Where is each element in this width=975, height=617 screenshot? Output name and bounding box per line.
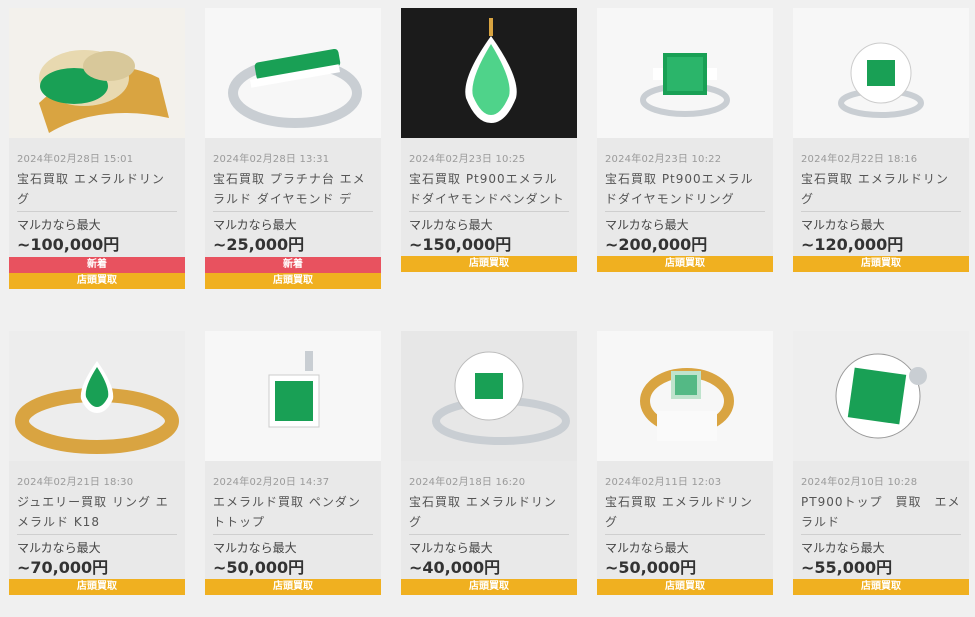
in-store-buyback-badge: 店頭買取: [793, 256, 969, 272]
max-price: ~50,000円: [213, 558, 305, 577]
product-photo[interactable]: [9, 331, 185, 461]
item-title[interactable]: 宝石買取 プラチナ台 エメラルド ダイヤモンド デ: [213, 169, 373, 209]
max-price: ~120,000円: [801, 235, 904, 254]
price-prefix: マルカなら最大: [17, 218, 101, 232]
purchase-date: 2024年02月28日 13:31: [213, 154, 330, 165]
divider: [409, 211, 569, 212]
price-prefix: マルカなら最大: [605, 218, 689, 232]
max-price: ~55,000円: [801, 558, 893, 577]
product-photo[interactable]: [793, 331, 969, 461]
divider: [409, 534, 569, 535]
price-prefix: マルカなら最大: [409, 218, 493, 232]
buyback-item-card[interactable]: 2024年02月28日 13:31 宝石買取 プラチナ台 エメラルド ダイヤモン…: [205, 8, 381, 289]
purchase-date: 2024年02月28日 15:01: [17, 154, 134, 165]
max-price: ~70,000円: [17, 558, 109, 577]
divider: [605, 534, 765, 535]
purchase-date: 2024年02月23日 10:22: [605, 154, 722, 165]
purchase-date: 2024年02月21日 18:30: [17, 477, 134, 488]
buyback-item-card[interactable]: 2024年02月18日 16:20 宝石買取 エメラルドリング マルカなら最大 …: [401, 331, 577, 595]
card-body: 2024年02月18日 16:20 宝石買取 エメラルドリング マルカなら最大 …: [401, 461, 577, 579]
purchase-date: 2024年02月22日 18:16: [801, 154, 918, 165]
item-title[interactable]: 宝石買取 エメラルドリング: [801, 169, 961, 209]
product-photo[interactable]: [401, 331, 577, 461]
buyback-results-grid: 2024年02月28日 15:01 宝石買取 エメラルドリング マルカなら最大 …: [9, 8, 975, 617]
price-prefix: マルカなら最大: [801, 541, 885, 555]
product-photo[interactable]: [597, 331, 773, 461]
price-prefix: マルカなら最大: [213, 218, 297, 232]
purchase-date: 2024年02月11日 12:03: [605, 477, 722, 488]
purchase-date: 2024年02月20日 14:37: [213, 477, 330, 488]
divider: [17, 211, 177, 212]
buyback-item-card[interactable]: 2024年02月20日 14:37 エメラルド買取 ペンダントトップ マルカなら…: [205, 331, 381, 595]
buyback-item-card[interactable]: 2024年02月23日 10:25 宝石買取 Pt900エメラルドダイヤモンドペ…: [401, 8, 577, 272]
divider: [17, 534, 177, 535]
card-body: 2024年02月21日 18:30 ジュエリー買取 リング エメラルド K18 …: [9, 461, 185, 579]
product-photo[interactable]: [597, 8, 773, 138]
buyback-item-card[interactable]: 2024年02月11日 12:03 宝石買取 エメラルドリング マルカなら最大 …: [597, 331, 773, 595]
product-photo[interactable]: [401, 8, 577, 138]
buyback-item-card[interactable]: 2024年02月28日 15:01 宝石買取 エメラルドリング マルカなら最大 …: [9, 8, 185, 289]
product-photo[interactable]: [205, 8, 381, 138]
price-prefix: マルカなら最大: [213, 541, 297, 555]
item-title[interactable]: 宝石買取 エメラルドリング: [17, 169, 177, 209]
in-store-buyback-badge: 店頭買取: [205, 273, 381, 289]
new-badge: 新着: [205, 257, 381, 273]
card-body: 2024年02月22日 18:16 宝石買取 エメラルドリング マルカなら最大 …: [793, 138, 969, 256]
product-photo[interactable]: [793, 8, 969, 138]
card-body: 2024年02月23日 10:22 宝石買取 Pt900エメラルドダイヤモンドリ…: [597, 138, 773, 256]
item-title[interactable]: 宝石買取 Pt900エメラルドダイヤモンドペンダント: [409, 169, 569, 209]
buyback-item-card[interactable]: 2024年02月23日 10:22 宝石買取 Pt900エメラルドダイヤモンドリ…: [597, 8, 773, 272]
divider: [213, 211, 373, 212]
max-price: ~200,000円: [605, 235, 708, 254]
in-store-buyback-badge: 店頭買取: [205, 579, 381, 595]
in-store-buyback-badge: 店頭買取: [9, 273, 185, 289]
price-prefix: マルカなら最大: [409, 541, 493, 555]
max-price: ~40,000円: [409, 558, 501, 577]
divider: [213, 534, 373, 535]
buyback-item-card[interactable]: 2024年02月10日 10:28 PT900トップ 買取 エメラルド マルカな…: [793, 331, 969, 595]
item-title[interactable]: エメラルド買取 ペンダントトップ: [213, 492, 373, 532]
product-photo[interactable]: [9, 8, 185, 138]
max-price: ~25,000円: [213, 235, 305, 254]
in-store-buyback-badge: 店頭買取: [597, 579, 773, 595]
price-prefix: マルカなら最大: [17, 541, 101, 555]
divider: [605, 211, 765, 212]
card-body: 2024年02月20日 14:37 エメラルド買取 ペンダントトップ マルカなら…: [205, 461, 381, 579]
price-prefix: マルカなら最大: [801, 218, 885, 232]
in-store-buyback-badge: 店頭買取: [9, 579, 185, 595]
item-title[interactable]: 宝石買取 Pt900エメラルドダイヤモンドリング: [605, 169, 765, 209]
item-title[interactable]: ジュエリー買取 リング エメラルド K18: [17, 492, 177, 532]
buyback-item-card[interactable]: 2024年02月21日 18:30 ジュエリー買取 リング エメラルド K18 …: [9, 331, 185, 595]
divider: [801, 534, 961, 535]
max-price: ~100,000円: [17, 235, 120, 254]
card-body: 2024年02月28日 13:31 宝石買取 プラチナ台 エメラルド ダイヤモン…: [205, 138, 381, 256]
divider: [801, 211, 961, 212]
product-photo[interactable]: [205, 331, 381, 461]
max-price: ~150,000円: [409, 235, 512, 254]
card-body: 2024年02月11日 12:03 宝石買取 エメラルドリング マルカなら最大 …: [597, 461, 773, 579]
max-price: ~50,000円: [605, 558, 697, 577]
item-title[interactable]: 宝石買取 エメラルドリング: [605, 492, 765, 532]
item-title[interactable]: PT900トップ 買取 エメラルド: [801, 492, 961, 532]
purchase-date: 2024年02月18日 16:20: [409, 477, 526, 488]
new-badge: 新着: [9, 257, 185, 273]
buyback-item-card[interactable]: 2024年02月22日 18:16 宝石買取 エメラルドリング マルカなら最大 …: [793, 8, 969, 272]
purchase-date: 2024年02月23日 10:25: [409, 154, 526, 165]
card-body: 2024年02月28日 15:01 宝石買取 エメラルドリング マルカなら最大 …: [9, 138, 185, 256]
card-body: 2024年02月23日 10:25 宝石買取 Pt900エメラルドダイヤモンドペ…: [401, 138, 577, 256]
in-store-buyback-badge: 店頭買取: [401, 256, 577, 272]
purchase-date: 2024年02月10日 10:28: [801, 477, 918, 488]
card-body: 2024年02月10日 10:28 PT900トップ 買取 エメラルド マルカな…: [793, 461, 969, 579]
in-store-buyback-badge: 店頭買取: [597, 256, 773, 272]
item-title[interactable]: 宝石買取 エメラルドリング: [409, 492, 569, 532]
in-store-buyback-badge: 店頭買取: [401, 579, 577, 595]
in-store-buyback-badge: 店頭買取: [793, 579, 969, 595]
price-prefix: マルカなら最大: [605, 541, 689, 555]
